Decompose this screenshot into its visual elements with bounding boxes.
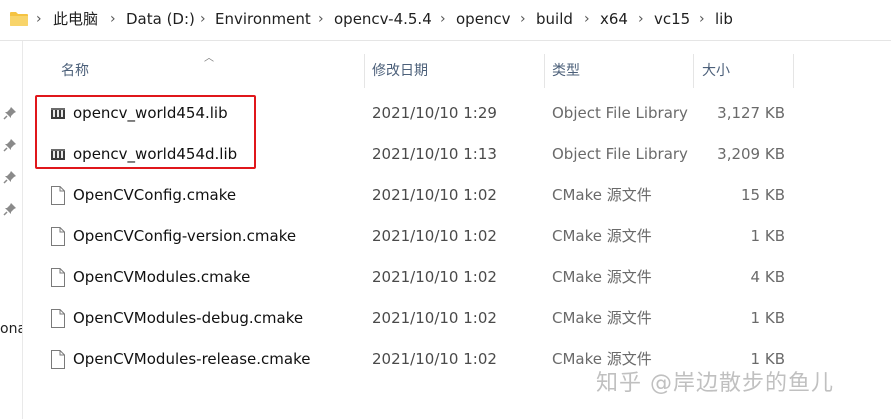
chevron-right-icon: ›	[584, 11, 590, 27]
file-name[interactable]: OpenCVModules.cmake	[73, 257, 250, 298]
lib-file-icon	[51, 108, 65, 119]
chevron-right-icon: ›	[638, 11, 644, 27]
file-date: 2021/10/10 1:13	[372, 145, 497, 163]
breadcrumb-item-environment[interactable]: Environment	[215, 9, 311, 29]
column-header-size[interactable]: 大小	[702, 52, 730, 90]
file-size: 4 KB	[750, 268, 785, 286]
chevron-right-icon: ›	[200, 11, 206, 27]
breadcrumb-item-data-drive[interactable]: Data (D:)	[126, 9, 195, 29]
file-date: 2021/10/10 1:02	[372, 309, 497, 327]
file-date: 2021/10/10 1:29	[372, 104, 497, 122]
file-name[interactable]: OpenCVModules-debug.cmake	[73, 298, 303, 339]
chevron-right-icon: ›	[36, 11, 42, 27]
file-size: 3,127 KB	[717, 104, 785, 122]
file-type: CMake 源文件	[552, 186, 652, 204]
watermark: 知乎 @岸边散步的鱼儿	[596, 371, 834, 396]
file-row[interactable]: OpenCVModules.cmake 2021/10/10 1:02 CMak…	[23, 257, 793, 298]
navigation-pane[interactable]: ona	[0, 41, 23, 419]
pin-icon[interactable]	[3, 170, 17, 184]
address-bar[interactable]: › 此电脑 › Data (D:) › Environment › opencv…	[0, 0, 891, 41]
pin-icon[interactable]	[3, 138, 17, 152]
file-name[interactable]: OpenCVConfig.cmake	[73, 175, 236, 216]
file-type: Object File Library	[552, 104, 688, 122]
chevron-right-icon: ›	[318, 11, 324, 27]
pin-icon[interactable]	[3, 202, 17, 216]
breadcrumb-item-build[interactable]: build	[536, 9, 573, 29]
breadcrumb-item-opencv[interactable]: opencv	[456, 9, 511, 29]
file-date: 2021/10/10 1:02	[372, 350, 497, 368]
file-name[interactable]: opencv_world454d.lib	[73, 134, 237, 175]
file-name[interactable]: OpenCVModules-release.cmake	[73, 339, 310, 380]
chevron-right-icon: ›	[699, 11, 705, 27]
chevron-right-icon: ›	[520, 11, 526, 27]
document-icon	[51, 350, 65, 369]
column-divider[interactable]	[364, 54, 365, 88]
breadcrumb-item-this-pc[interactable]: 此电脑	[53, 9, 98, 29]
column-divider[interactable]	[693, 54, 694, 88]
file-date: 2021/10/10 1:02	[372, 227, 497, 245]
document-icon	[51, 227, 65, 246]
breadcrumb-item-opencv-version[interactable]: opencv-4.5.4	[334, 9, 432, 29]
breadcrumb-item-lib[interactable]: lib	[715, 9, 733, 29]
sort-ascending-icon: ︿	[204, 53, 214, 64]
file-type: Object File Library	[552, 145, 688, 163]
column-divider[interactable]	[544, 54, 545, 88]
file-row[interactable]: opencv_world454d.lib 2021/10/10 1:13 Obj…	[23, 134, 793, 175]
breadcrumb-item-x64[interactable]: x64	[600, 9, 628, 29]
document-icon	[51, 186, 65, 205]
file-name[interactable]: opencv_world454.lib	[73, 93, 228, 134]
file-name[interactable]: OpenCVConfig-version.cmake	[73, 216, 296, 257]
pin-icon[interactable]	[3, 106, 17, 120]
folder-icon	[10, 12, 28, 26]
file-date: 2021/10/10 1:02	[372, 186, 497, 204]
file-row[interactable]: opencv_world454.lib 2021/10/10 1:29 Obje…	[23, 93, 793, 134]
file-size: 1 KB	[750, 227, 785, 245]
file-size: 1 KB	[750, 309, 785, 327]
lib-file-icon	[51, 149, 65, 160]
breadcrumb-item-vc15[interactable]: vc15	[654, 9, 690, 29]
file-size: 15 KB	[741, 186, 785, 204]
file-row[interactable]: OpenCVConfig-version.cmake 2021/10/10 1:…	[23, 216, 793, 257]
chevron-right-icon: ›	[110, 11, 116, 27]
column-header-type[interactable]: 类型	[552, 52, 580, 90]
file-type: CMake 源文件	[552, 268, 652, 286]
column-header-date[interactable]: 修改日期	[372, 52, 428, 90]
file-size: 3,209 KB	[717, 145, 785, 163]
file-type: CMake 源文件	[552, 309, 652, 327]
document-icon	[51, 268, 65, 287]
file-date: 2021/10/10 1:02	[372, 268, 497, 286]
column-header-row: ︿ 名称 修改日期 类型 大小	[23, 52, 891, 90]
chevron-right-icon: ›	[440, 11, 446, 27]
document-icon	[51, 309, 65, 328]
column-divider[interactable]	[793, 54, 794, 88]
file-row[interactable]: OpenCVModules-debug.cmake 2021/10/10 1:0…	[23, 298, 793, 339]
file-type: CMake 源文件	[552, 227, 652, 245]
column-header-name[interactable]: 名称	[61, 52, 89, 90]
navigation-item-label[interactable]: ona	[0, 321, 22, 337]
file-row[interactable]: OpenCVConfig.cmake 2021/10/10 1:02 CMake…	[23, 175, 793, 216]
